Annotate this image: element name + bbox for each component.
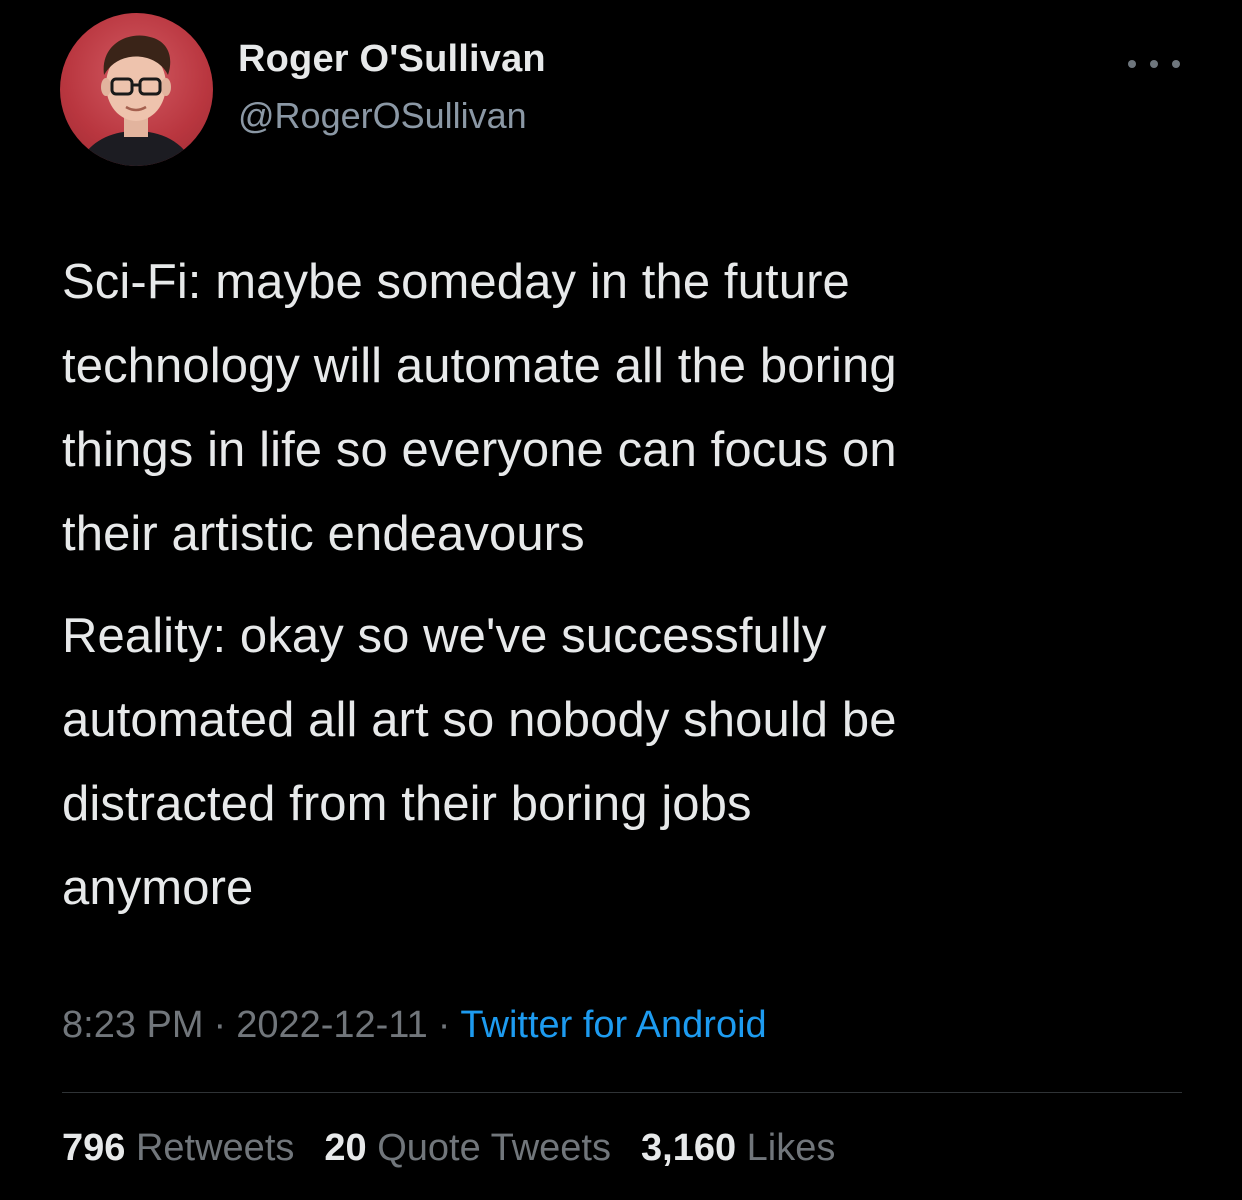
quote-tweets-label: Quote Tweets (377, 1127, 611, 1169)
tweet-detail: Roger O'Sullivan @RogerOSullivan Sci-Fi:… (0, 0, 1242, 1200)
tweet-paragraph-scifi: Sci-Fi: maybe someday in the future tech… (62, 255, 897, 561)
more-horizontal-icon (1172, 60, 1180, 68)
avatar[interactable] (60, 13, 213, 166)
tweet-stats: 796 Retweets 20 Quote Tweets 3,160 Likes (62, 1127, 835, 1170)
meta-separator: · (437, 1004, 451, 1046)
author-handle[interactable]: @RogerOSullivan (238, 95, 527, 137)
divider (62, 1092, 1182, 1093)
author-display-name[interactable]: Roger O'Sullivan (238, 38, 546, 81)
more-options-button[interactable] (1128, 52, 1180, 76)
retweets-stat[interactable]: 796 Retweets (62, 1127, 294, 1170)
tweet-text: Sci-Fi: maybe someday in the future tech… (62, 240, 1202, 930)
tweet-date[interactable]: 2022-12-11 (236, 1004, 428, 1046)
likes-stat[interactable]: 3,160 Likes (641, 1127, 835, 1170)
meta-separator: · (213, 1004, 227, 1046)
retweets-count: 796 (62, 1127, 126, 1169)
more-horizontal-icon (1150, 60, 1158, 68)
likes-count: 3,160 (641, 1127, 737, 1169)
tweet-meta: 8:23 PM · 2022-12-11 · Twitter for Android (62, 1004, 767, 1047)
quote-tweets-stat[interactable]: 20 Quote Tweets (324, 1127, 611, 1170)
tweet-source-link[interactable]: Twitter for Android (460, 1004, 766, 1046)
quote-tweets-count: 20 (324, 1127, 367, 1169)
retweets-label: Retweets (135, 1127, 295, 1169)
tweet-paragraph-reality: Reality: okay so we've successfully auto… (62, 609, 897, 915)
user-avatar-icon (78, 35, 194, 166)
likes-label: Likes (746, 1127, 836, 1169)
tweet-time[interactable]: 8:23 PM (62, 1004, 204, 1046)
more-horizontal-icon (1128, 60, 1136, 68)
